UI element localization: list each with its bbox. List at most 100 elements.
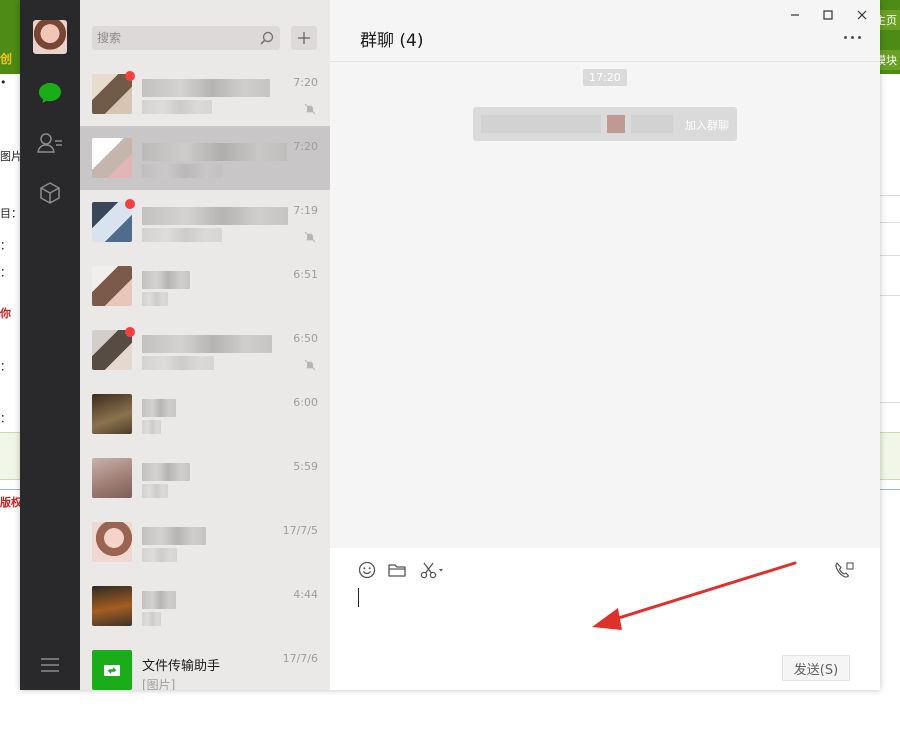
message-input[interactable] <box>358 588 852 648</box>
redacted-conversation-name <box>142 271 190 289</box>
conversation-item[interactable]: 4:44 <box>80 574 330 638</box>
user-avatar[interactable] <box>33 20 67 54</box>
contacts-icon[interactable] <box>37 130 63 156</box>
background-row-label: 你 <box>0 307 11 320</box>
minimize-button[interactable] <box>785 6 805 24</box>
conversation-name: 文件传输助手 <box>142 659 221 674</box>
conversation-time: 5:59 <box>293 460 318 473</box>
redacted-conversation-preview <box>142 612 161 626</box>
message-timestamp: 17:20 <box>583 69 627 86</box>
redacted-conversation-name <box>142 399 176 417</box>
conversation-time: 17/7/6 <box>282 652 318 665</box>
system-message-text: 加入群聊 <box>685 119 729 132</box>
chat-icon[interactable] <box>37 80 63 106</box>
favorites-icon[interactable] <box>37 180 63 206</box>
conversation-time: 6:51 <box>293 268 318 281</box>
background-header-text: 创 <box>0 52 13 66</box>
redacted-text <box>631 115 673 133</box>
maximize-button[interactable] <box>818 6 838 24</box>
wechat-window: 7:20 7:20 7:19 6:51 6:50 6:00 5:59 17/7/5 4:44 文件… <box>20 0 880 690</box>
close-icon <box>857 10 867 20</box>
system-message: 加入群聊 <box>473 107 737 141</box>
mute-bell-icon <box>304 356 316 371</box>
redacted-conversation-name <box>142 463 190 481</box>
redacted-conversation-name <box>142 591 176 609</box>
search-icon[interactable] <box>259 30 275 46</box>
redacted-conversation-name <box>142 143 287 161</box>
emoji-icon[interactable] <box>357 560 377 580</box>
plus-icon <box>298 32 310 44</box>
redacted-conversation-preview <box>142 356 214 370</box>
scissors-icon[interactable] <box>419 560 445 580</box>
conversation-avatar <box>92 458 132 498</box>
background-row-label: 版权 <box>0 496 22 509</box>
conversation-time: 17/7/5 <box>282 524 318 537</box>
text-caret <box>358 588 359 607</box>
mute-bell-icon <box>304 100 316 115</box>
background-row-label: • <box>0 76 7 89</box>
conversation-avatar <box>92 650 132 690</box>
search-box <box>92 26 280 50</box>
conversation-time: 7:20 <box>293 76 318 89</box>
redacted-conversation-name <box>142 207 288 225</box>
conversation-time: 7:19 <box>293 204 318 217</box>
mute-bell-icon <box>304 228 316 243</box>
maximize-icon <box>823 10 833 20</box>
conversation-item[interactable]: 6:50 <box>80 318 330 382</box>
redacted-conversation-preview <box>142 548 177 562</box>
background-row-label: ： <box>0 266 11 279</box>
conversation-avatar <box>92 394 132 434</box>
menu-icon[interactable] <box>37 652 63 678</box>
more-options-button[interactable] <box>844 30 866 44</box>
conversation-item[interactable]: 7:20 <box>80 126 330 190</box>
redacted-conversation-preview <box>142 228 222 242</box>
conversation-list-panel: 7:20 7:20 7:19 6:51 6:50 6:00 5:59 17/7/5 4:44 文件… <box>80 0 330 690</box>
message-composer: 发送(S) <box>330 548 880 690</box>
conversation-item[interactable]: 7:20 <box>80 62 330 126</box>
redacted-conversation-preview <box>142 420 161 434</box>
conversation-item[interactable]: 17/7/5 <box>80 510 330 574</box>
minimize-icon <box>791 14 799 16</box>
conversation-preview: [图片] <box>142 678 176 690</box>
background-row-label: 图片 <box>0 150 22 163</box>
redacted-conversation-preview <box>142 292 168 306</box>
conversation-avatar <box>92 266 132 306</box>
conversation-item[interactable]: 7:19 <box>80 190 330 254</box>
background-row-label: 目： <box>0 207 22 220</box>
conversation-time: 4:44 <box>293 588 318 601</box>
redacted-conversation-preview <box>142 164 222 178</box>
conversation-avatar <box>92 138 132 178</box>
add-button[interactable] <box>291 26 317 50</box>
file-transfer-icon <box>104 665 120 676</box>
conversation-time: 6:00 <box>293 396 318 409</box>
redacted-conversation-name <box>142 527 206 545</box>
redacted-conversation-name <box>142 335 272 353</box>
unread-badge <box>125 199 135 209</box>
search-input[interactable] <box>97 29 257 47</box>
unread-badge <box>125 71 135 81</box>
conversation-item[interactable]: 6:00 <box>80 382 330 446</box>
conversation-item[interactable]: 5:59 <box>80 446 330 510</box>
chat-title: 群聊 (4) <box>360 31 424 51</box>
conversation-avatar <box>92 586 132 626</box>
conversation-time: 6:50 <box>293 332 318 345</box>
redacted-avatar <box>607 115 625 133</box>
chat-panel: 群聊 (4) 17:20 加入群聊 发送(S) <box>330 0 880 690</box>
background-row-label: ： <box>0 239 11 252</box>
send-button[interactable]: 发送(S) <box>782 655 850 681</box>
conversation-file-transfer[interactable]: 文件传输助手 [图片] 17/7/6 <box>80 638 330 690</box>
redacted-text <box>481 115 601 133</box>
redacted-conversation-preview <box>142 100 212 114</box>
chat-header: 群聊 (4) <box>330 0 880 62</box>
voice-call-icon[interactable] <box>834 560 854 580</box>
background-row-label: ： <box>0 412 11 425</box>
conversation-item[interactable]: 6:51 <box>80 254 330 318</box>
conversation-avatar <box>92 522 132 562</box>
conversation-time: 7:20 <box>293 140 318 153</box>
folder-icon[interactable] <box>387 560 407 580</box>
background-row-label: ： <box>0 360 11 373</box>
redacted-conversation-preview <box>142 484 168 498</box>
unread-badge <box>125 327 135 337</box>
close-button[interactable] <box>852 6 872 24</box>
redacted-conversation-name <box>142 79 270 97</box>
